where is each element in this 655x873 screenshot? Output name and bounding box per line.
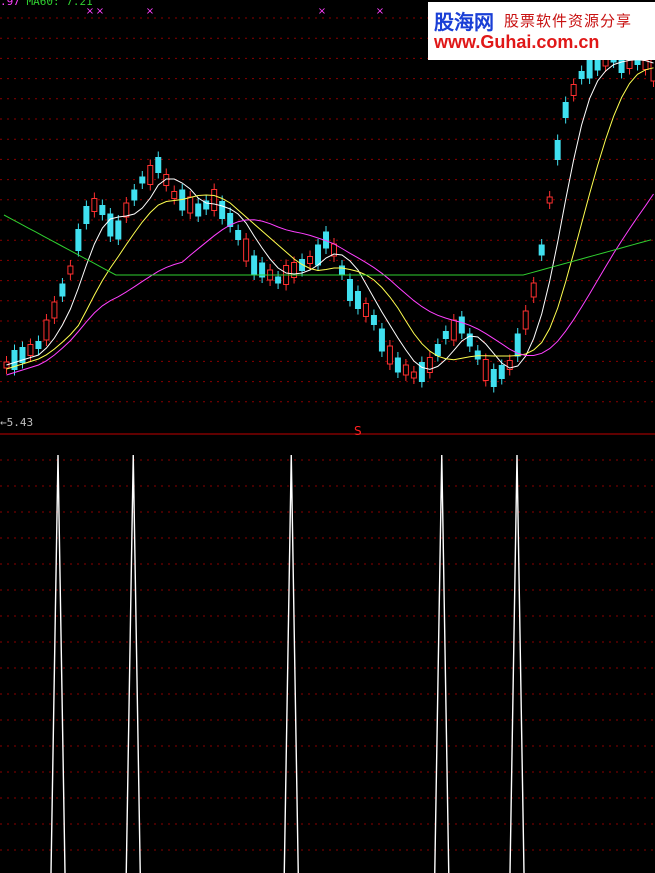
cross-marker: × bbox=[146, 6, 154, 17]
signal-marker: S bbox=[354, 424, 362, 438]
candle-body bbox=[75, 229, 82, 251]
candle-body bbox=[570, 84, 577, 96]
candle-body bbox=[410, 371, 417, 379]
candle-body bbox=[498, 365, 505, 379]
candle-body bbox=[338, 265, 345, 275]
candle-body bbox=[235, 230, 242, 240]
candle-body bbox=[147, 165, 154, 185]
ma30-line bbox=[6, 193, 654, 376]
candle-body bbox=[155, 157, 162, 173]
candle-body bbox=[442, 331, 449, 339]
signal-spike bbox=[509, 454, 525, 873]
candle-body bbox=[562, 102, 569, 118]
candle-body bbox=[243, 238, 250, 262]
ma-prefix: .97 bbox=[0, 0, 20, 8]
candle-body bbox=[115, 220, 122, 240]
candle-body bbox=[458, 316, 465, 334]
signal-spike bbox=[125, 454, 141, 873]
candle-body bbox=[83, 206, 90, 224]
candle-body bbox=[107, 213, 114, 237]
candle-body bbox=[378, 328, 385, 352]
candle-body bbox=[482, 359, 489, 381]
candle-body bbox=[251, 255, 258, 275]
candle-body bbox=[123, 202, 130, 218]
candle-body bbox=[59, 283, 66, 297]
low-price-label: ←5.43 bbox=[0, 416, 34, 429]
candle-body bbox=[91, 198, 98, 212]
candle-body bbox=[490, 369, 497, 387]
signal-spike bbox=[283, 454, 299, 873]
candle-body bbox=[402, 364, 409, 376]
candle-body bbox=[450, 319, 457, 341]
candle-body bbox=[187, 196, 194, 214]
watermark-url: www.Guhai.com.cn bbox=[434, 32, 600, 52]
ma60-label: MA60: 7.21 bbox=[26, 0, 93, 8]
candle-body bbox=[386, 345, 393, 365]
candle-body bbox=[586, 57, 593, 79]
candle-body bbox=[538, 244, 545, 256]
ma-legend: .97 MA60: 7.21 bbox=[0, 0, 93, 8]
candle-body bbox=[394, 357, 401, 373]
cross-marker: × bbox=[318, 6, 326, 17]
candle-body bbox=[51, 301, 58, 319]
candle-body bbox=[35, 341, 42, 349]
watermark-logo: 股海网 股票软件资源分享 www.Guhai.com.cn bbox=[428, 2, 655, 60]
candle-body bbox=[346, 279, 353, 301]
candle-body bbox=[211, 189, 218, 211]
watermark-title: 股海网 bbox=[434, 10, 494, 34]
candle-body bbox=[195, 203, 202, 217]
candle-body bbox=[370, 315, 377, 325]
candle-body bbox=[642, 60, 649, 70]
candle-body bbox=[578, 71, 585, 79]
candle-body bbox=[554, 140, 561, 160]
signal-spike bbox=[434, 454, 450, 873]
candle-body bbox=[275, 276, 282, 284]
candle-body bbox=[522, 310, 529, 330]
candle-body bbox=[362, 303, 369, 317]
candle-body bbox=[354, 291, 361, 309]
candle-body bbox=[219, 201, 226, 219]
watermark-slogan: 股票软件资源分享 bbox=[504, 12, 633, 30]
candle-body bbox=[171, 191, 178, 199]
signal-spike bbox=[50, 454, 66, 873]
candle-body bbox=[474, 350, 481, 360]
cross-marker: × bbox=[96, 6, 104, 17]
candle-body bbox=[307, 256, 314, 264]
candle-body bbox=[434, 344, 441, 356]
ma10-line bbox=[6, 67, 654, 370]
stock-chart: × × × × × bbox=[0, 6, 655, 873]
low-arrow: ← bbox=[0, 416, 7, 429]
candle-body bbox=[43, 319, 50, 341]
candle-body bbox=[139, 176, 146, 184]
candle-body bbox=[27, 344, 34, 356]
candle-body bbox=[67, 265, 74, 275]
candle-body bbox=[131, 189, 138, 201]
candle-body bbox=[315, 244, 322, 266]
cross-marker: × bbox=[376, 6, 384, 17]
candle-body bbox=[530, 282, 537, 298]
candle-body bbox=[546, 196, 553, 204]
candle-body bbox=[426, 357, 433, 373]
candle-body bbox=[99, 205, 106, 215]
